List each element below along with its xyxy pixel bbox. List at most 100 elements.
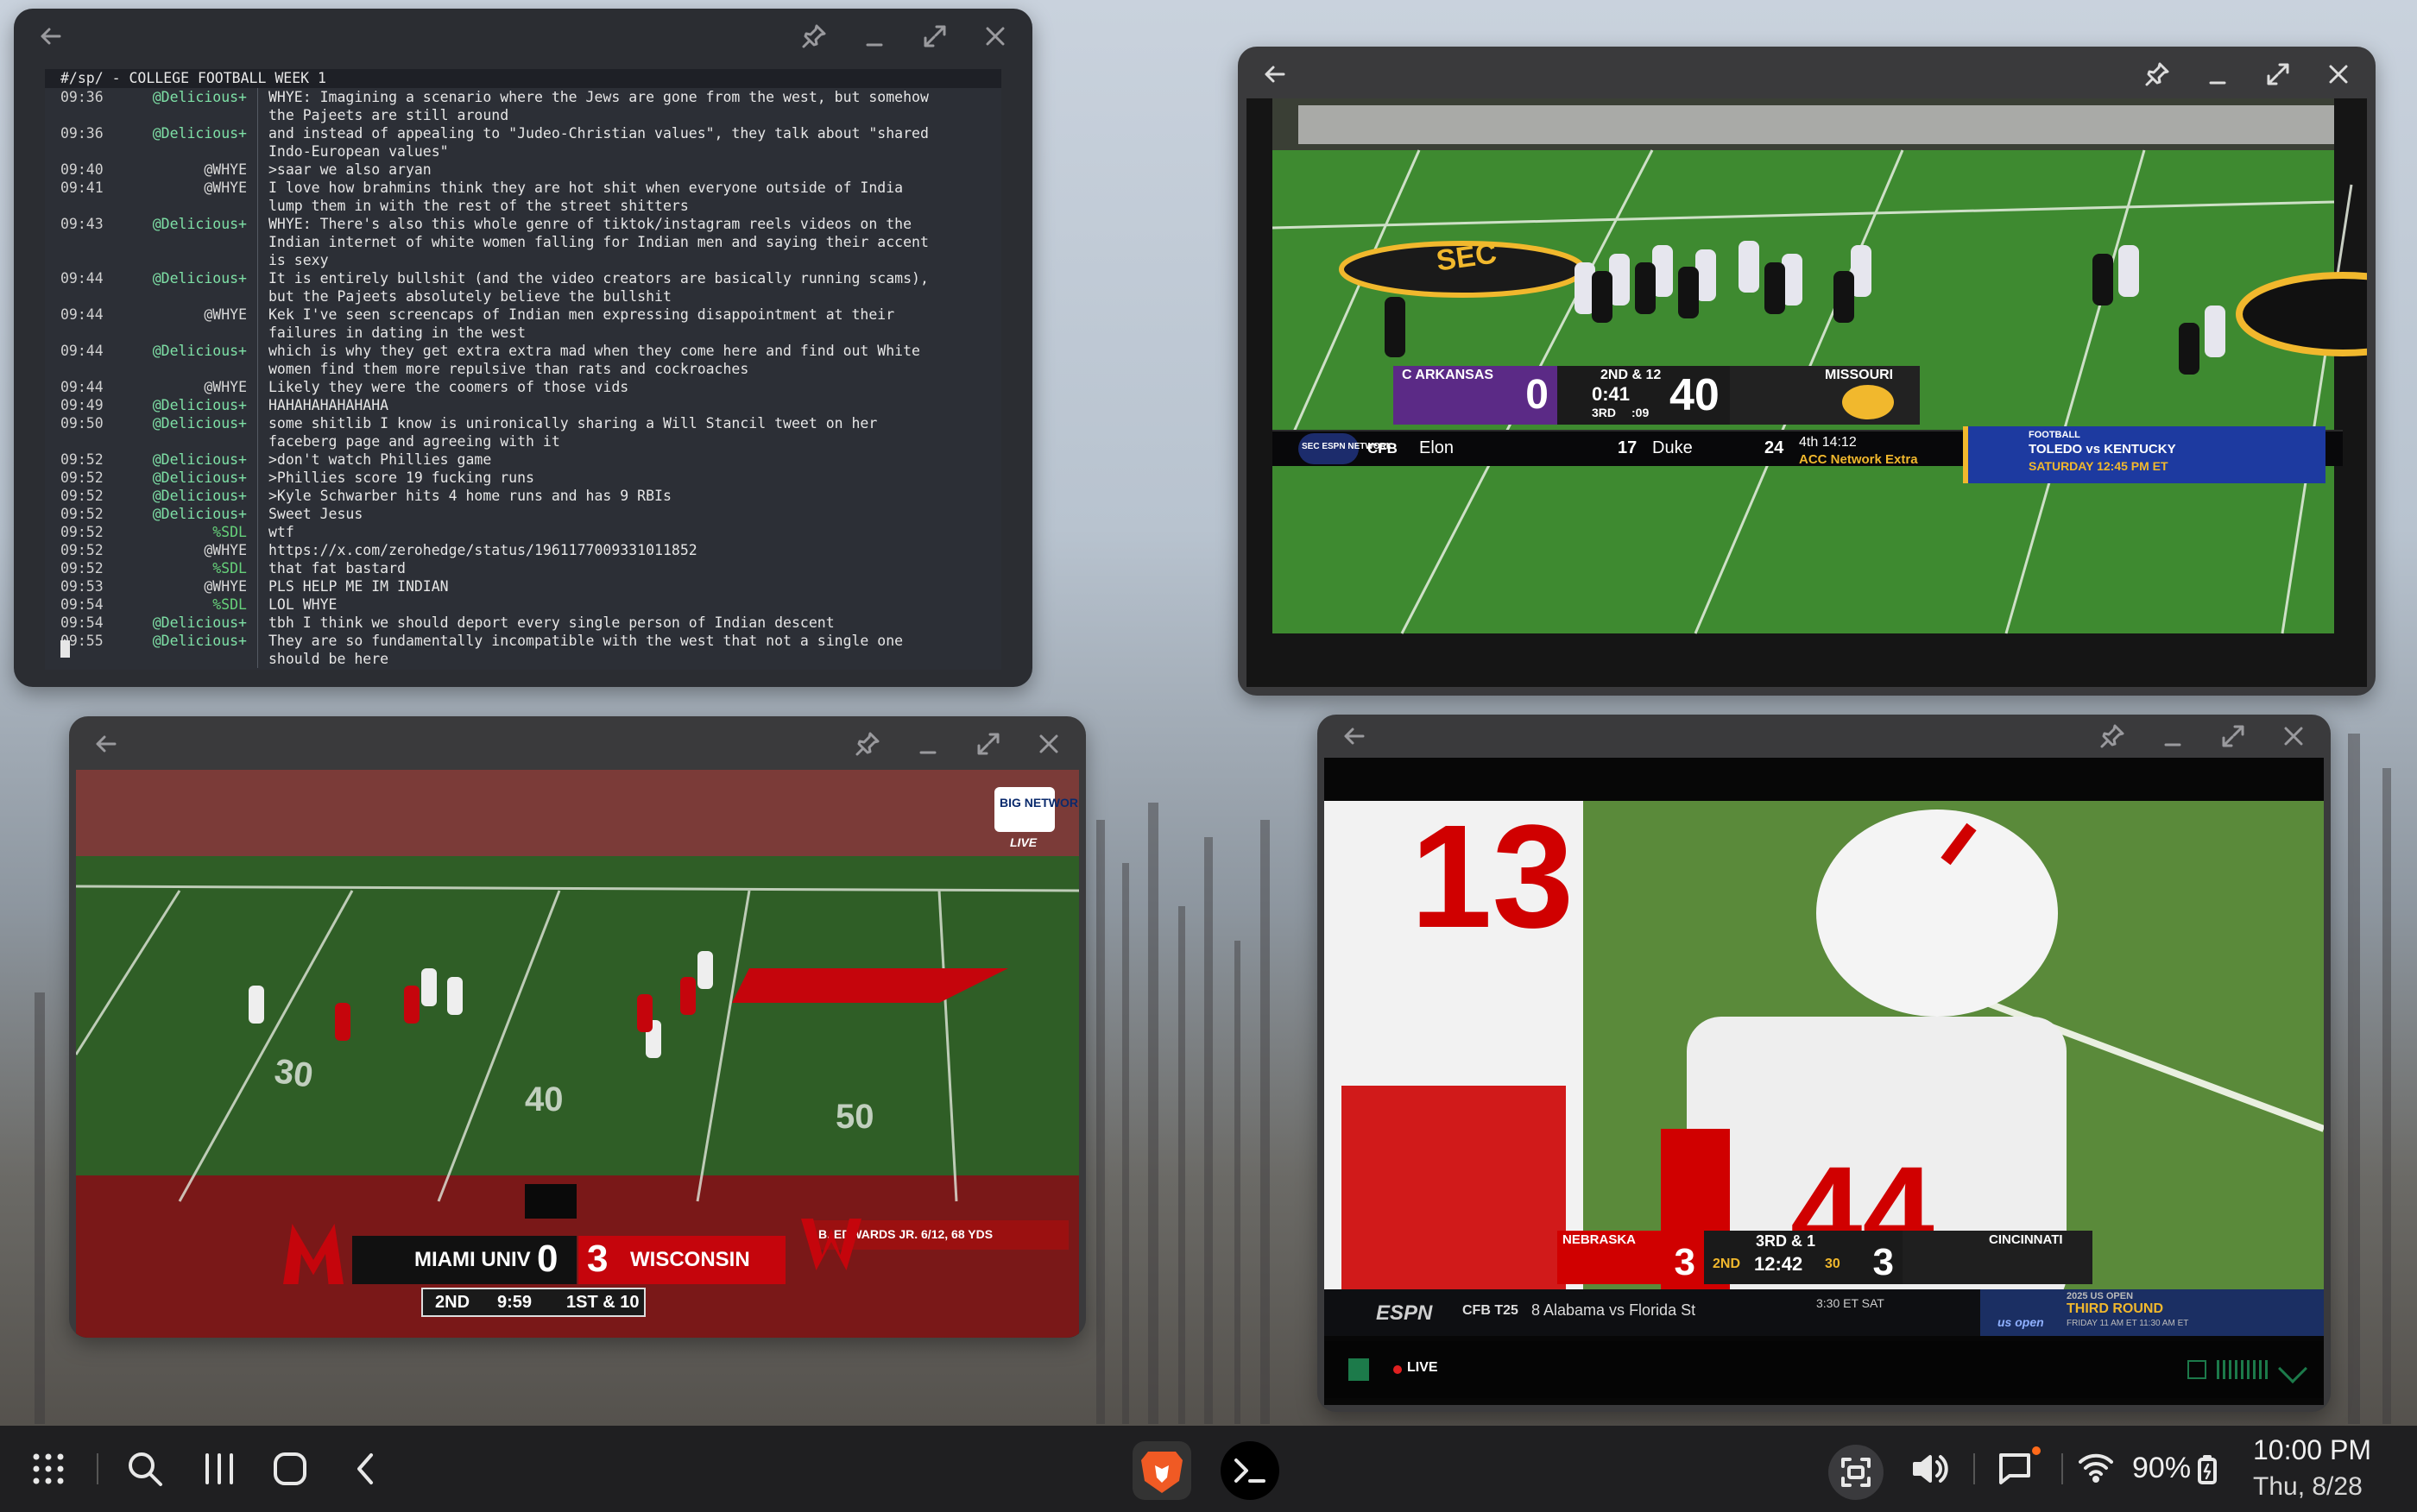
message-nick[interactable]: @WHYE: [107, 541, 258, 559]
minimize-icon[interactable]: [2203, 60, 2232, 89]
bigten-down: 1ST & 10: [566, 1293, 640, 1312]
close-icon[interactable]: [981, 22, 1010, 51]
home-icon[interactable]: [273, 1452, 307, 1486]
maximize-icon[interactable]: [2263, 60, 2293, 89]
message-nick[interactable]: %SDL: [107, 559, 258, 577]
message-nick[interactable]: @Delicious+: [107, 124, 258, 161]
terminal-window[interactable]: #/sp/ - COLLEGE FOOTBALL WEEK 1 09:36 @De…: [14, 9, 1032, 687]
maximize-icon[interactable]: [2218, 721, 2248, 751]
back-arrow-icon[interactable]: [1260, 60, 1290, 89]
espn-video-player[interactable]: 13 44 NEBRASKA 3 3RD & 1 2ND 12:42 30 3 …: [1324, 758, 2324, 1405]
message-nick[interactable]: %SDL: [107, 595, 258, 614]
espn-ticker-time: 3:30 ET SAT: [1816, 1296, 1884, 1310]
message-nick[interactable]: @WHYE: [107, 179, 258, 215]
recent-apps-icon[interactable]: [202, 1452, 237, 1486]
message-nick[interactable]: @Delicious+: [107, 505, 258, 523]
minimize-icon[interactable]: [2158, 721, 2187, 751]
video-window-espn[interactable]: 13 44 NEBRASKA 3 3RD & 1 2ND 12:42 30 3 …: [1317, 715, 2331, 1412]
message-nick[interactable]: @WHYE: [107, 577, 258, 595]
message-nick[interactable]: %SDL: [107, 523, 258, 541]
pin-icon[interactable]: [2142, 60, 2172, 89]
back-arrow-icon[interactable]: [36, 22, 66, 51]
message-text: >Kyle Schwarber hits 4 home runs and has…: [268, 488, 672, 504]
bigten-home-team: WISCONSIN: [630, 1248, 750, 1271]
volume-icon[interactable]: [1911, 1452, 1949, 1486]
message-nick[interactable]: @Delicious+: [107, 487, 258, 505]
yard-marker-50: 50: [836, 1098, 874, 1136]
bigten-quarter: 2ND: [435, 1293, 470, 1312]
message-text: tbh I think we should deport every singl…: [268, 614, 835, 631]
notifications-icon[interactable]: [1997, 1450, 2035, 1488]
screen-capture-icon[interactable]: [1828, 1445, 1884, 1500]
message-nick[interactable]: @WHYE: [107, 306, 258, 342]
terminal-app-icon[interactable]: [1221, 1441, 1279, 1500]
sec-titlebar[interactable]: [1238, 47, 2376, 102]
sec-away-team: C ARKANSAS: [1402, 368, 1494, 382]
search-icon[interactable]: [126, 1450, 164, 1488]
sec-play-clock: :09: [1631, 406, 1650, 419]
message-text: HAHAHAHAHAHAHA: [268, 397, 389, 413]
terminal-titlebar[interactable]: [14, 9, 1032, 64]
volume-icon[interactable]: [2187, 1360, 2206, 1379]
message-timestamp: 09:40: [60, 161, 104, 178]
irc-chat-pane[interactable]: #/sp/ - COLLEGE FOOTBALL WEEK 1 09:36 @De…: [45, 69, 1001, 670]
chat-log: 09:36 @Delicious+ WHYE: Imagining a scenar…: [45, 88, 1001, 668]
maximize-icon[interactable]: [920, 22, 950, 51]
message-timestamp: 09:52: [60, 469, 104, 486]
message-nick[interactable]: @WHYE: [107, 161, 258, 179]
brave-browser-icon[interactable]: [1133, 1441, 1191, 1500]
maximize-icon[interactable]: [974, 729, 1003, 759]
close-icon[interactable]: [1034, 729, 1063, 759]
fullscreen-icon[interactable]: [2278, 1354, 2307, 1383]
chat-message: 09:52 @Delicious+ >Kyle Schwarber hits 4 h…: [45, 487, 1001, 505]
clock-time[interactable]: 10:00 PM: [2253, 1434, 2371, 1466]
apps-grid-icon[interactable]: [31, 1452, 66, 1486]
back-arrow-icon[interactable]: [92, 729, 121, 759]
video-window-bigten[interactable]: 30 40 50 BIG NETWORK LIVE MIAMI UNIV 0 3…: [69, 716, 1086, 1338]
espn-player-controls[interactable]: LIVE: [1324, 1341, 2324, 1398]
back-icon[interactable]: [349, 1452, 383, 1486]
bigten-titlebar[interactable]: [69, 716, 1086, 772]
message-text: WHYE: There's also this whole genre of t…: [268, 216, 929, 268]
pin-icon[interactable]: [799, 22, 829, 51]
message-nick[interactable]: @Delicious+: [107, 215, 258, 269]
taskbar: 90% 10:00 PM Thu, 8/28: [0, 1426, 2417, 1512]
chat-message: 09:52 %SDL that fat bastard: [45, 559, 1001, 577]
close-icon[interactable]: [2279, 721, 2308, 751]
pin-icon[interactable]: [2098, 721, 2127, 751]
wifi-icon[interactable]: [2079, 1452, 2113, 1483]
espn-ticker-match: 8 Alabama vs Florida St: [1531, 1301, 1696, 1319]
chat-message: 09:40 @WHYE >saar we also aryan: [45, 161, 1001, 179]
close-icon[interactable]: [2324, 60, 2353, 89]
message-text: Likely they were the coomers of those vi…: [268, 379, 629, 395]
message-nick[interactable]: @Delicious+: [107, 396, 258, 414]
message-nick[interactable]: @Delicious+: [107, 469, 258, 487]
minimize-icon[interactable]: [913, 729, 943, 759]
message-nick[interactable]: @Delicious+: [107, 88, 258, 124]
usopen-round: THIRD ROUND: [2067, 1301, 2163, 1316]
pin-icon[interactable]: [853, 729, 882, 759]
espn-titlebar[interactable]: [1317, 715, 2331, 758]
espn-ticker: ESPN CFB T25 8 Alabama vs Florida St 3:3…: [1324, 1289, 2324, 1336]
battery-icon: [2198, 1455, 2217, 1484]
ticker-team2: Duke: [1652, 438, 1693, 457]
message-text: which is why they get extra extra mad wh…: [268, 343, 920, 377]
text-cursor: [60, 640, 70, 658]
message-nick[interactable]: @WHYE: [107, 378, 258, 396]
chat-message: 09:50 @Delicious+ some shitlib I know is u…: [45, 414, 1001, 450]
message-nick[interactable]: @Delicious+: [107, 614, 258, 632]
message-nick[interactable]: @Delicious+: [107, 450, 258, 469]
message-nick[interactable]: @Delicious+: [107, 632, 258, 668]
minimize-icon[interactable]: [860, 22, 889, 51]
clock-date[interactable]: Thu, 8/28: [2253, 1472, 2363, 1502]
sec-video-player[interactable]: SEC C ARKANSAS 0 2ND & 12 0:41 3RD :09 4…: [1246, 98, 2367, 687]
message-nick[interactable]: @Delicious+: [107, 269, 258, 306]
chat-message: 09:44 @Delicious+ which is why they get ex…: [45, 342, 1001, 378]
back-arrow-icon[interactable]: [1340, 721, 1369, 751]
video-window-sec[interactable]: SEC C ARKANSAS 0 2ND & 12 0:41 3RD :09 4…: [1238, 47, 2376, 696]
sec-home-team: MISSOURI: [1825, 368, 1894, 382]
bigten-video-player[interactable]: 30 40 50 BIG NETWORK LIVE MIAMI UNIV 0 3…: [76, 770, 1079, 1338]
volume-slider[interactable]: [2217, 1360, 2269, 1379]
message-nick[interactable]: @Delicious+: [107, 342, 258, 378]
message-nick[interactable]: @Delicious+: [107, 414, 258, 450]
